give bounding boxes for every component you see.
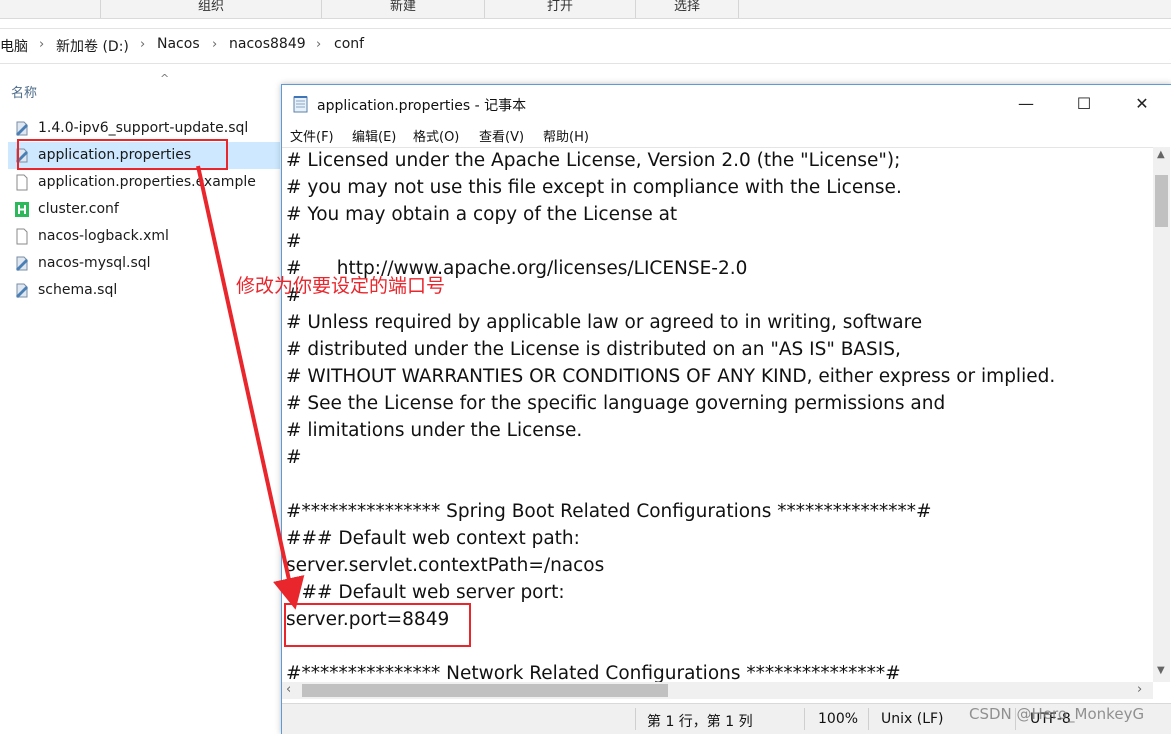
window-title: application.properties - 记事本 <box>317 98 527 114</box>
annotation-highlight-file <box>17 139 228 170</box>
chevron-right-icon[interactable]: › <box>140 37 145 52</box>
text-line: # Licensed under the Apache License, Ver… <box>286 150 901 171</box>
list-item[interactable]: cluster.conf <box>8 196 280 223</box>
menu-help[interactable]: 帮助(H) <box>543 126 589 145</box>
horizontal-scrollbar[interactable]: ‹ › <box>282 682 1153 699</box>
breadcrumb-item-pc[interactable]: 电脑 <box>0 36 28 56</box>
list-item[interactable]: nacos-logback.xml <box>8 223 280 250</box>
status-divider <box>868 708 869 730</box>
menu-edit[interactable]: 编辑(E) <box>352 126 396 145</box>
text-line: # <box>286 231 302 252</box>
file-list-header: ^ 名称 <box>0 72 280 106</box>
chevron-right-icon[interactable]: › <box>212 37 217 52</box>
document-file-icon <box>16 228 28 245</box>
breadcrumb-item-conf[interactable]: conf <box>334 36 364 52</box>
sql-file-icon <box>16 256 28 271</box>
breadcrumb-item-drive[interactable]: 新加卷 (D:) <box>56 36 129 56</box>
text-line: ### Default web server port: <box>286 582 565 603</box>
list-item[interactable]: 1.4.0-ipv6_support-update.sql <box>8 115 280 142</box>
breadcrumb-item-nacos[interactable]: Nacos <box>157 36 200 52</box>
file-name: 1.4.0-ipv6_support-update.sql <box>38 120 249 136</box>
text-line: # Unless required by applicable law or a… <box>286 312 923 333</box>
menu-view[interactable]: 查看(V) <box>479 126 524 145</box>
file-name: nacos-mysql.sql <box>38 255 151 271</box>
scroll-up-icon[interactable]: ▲ <box>1157 149 1165 160</box>
file-name: schema.sql <box>38 282 118 298</box>
text-line: # See the License for the specific langu… <box>286 393 946 414</box>
minimize-button[interactable]: — <box>997 85 1055 123</box>
sql-file-icon <box>16 121 28 136</box>
text-line: # WITHOUT WARRANTIES OR CONDITIONS OF AN… <box>286 366 1056 387</box>
annotation-text: 修改为你要设定的端口号 <box>236 275 446 297</box>
document-file-icon <box>16 174 28 191</box>
ribbon-group-open[interactable]: 打开 <box>484 0 635 18</box>
text-line: #*************** Spring Boot Related Con… <box>286 501 932 522</box>
status-divider <box>804 708 805 730</box>
text-line: ### Default web context path: <box>286 528 580 549</box>
chevron-right-icon[interactable]: › <box>39 37 44 52</box>
line-ending: Unix (LF) <box>881 711 944 727</box>
vertical-scroll-thumb[interactable] <box>1155 175 1168 227</box>
scroll-right-icon[interactable]: › <box>1137 682 1142 697</box>
notepad-title-bar[interactable]: application.properties - 记事本 — ☐ ✕ <box>282 85 1171 123</box>
vertical-scrollbar[interactable]: ▲ ▼ <box>1153 147 1170 682</box>
text-line: # <box>286 447 302 468</box>
text-line: # limitations under the License. <box>286 420 583 441</box>
breadcrumb[interactable]: 电脑 › 新加卷 (D:) › Nacos › nacos8849 › conf <box>0 28 1171 64</box>
sort-up-icon: ^ <box>160 72 170 85</box>
horizontal-scroll-thumb[interactable] <box>302 684 668 697</box>
menu-file[interactable]: 文件(F) <box>290 126 334 145</box>
hbuilder-file-icon <box>15 202 29 217</box>
breadcrumb-item-nacos8849[interactable]: nacos8849 <box>229 36 306 52</box>
explorer-ribbon: 组织 新建 打开 选择 <box>0 0 1171 19</box>
chevron-right-icon[interactable]: › <box>316 37 321 52</box>
text-line: # You may obtain a copy of the License a… <box>286 204 678 225</box>
menu-format[interactable]: 格式(O) <box>413 126 459 145</box>
annotation-highlight-port <box>284 603 471 647</box>
ribbon-group-new[interactable]: 新建 <box>321 0 484 18</box>
column-header-name[interactable]: 名称 <box>11 82 37 101</box>
status-divider <box>635 708 636 730</box>
scroll-down-icon[interactable]: ▼ <box>1157 665 1165 676</box>
file-name: application.properties.example <box>38 174 256 190</box>
ribbon-group-organize[interactable]: 组织 <box>100 0 321 18</box>
text-line: server.servlet.contextPath=/nacos <box>286 555 605 576</box>
maximize-button[interactable]: ☐ <box>1055 85 1113 123</box>
text-line: #*************** Network Related Configu… <box>286 663 901 683</box>
scroll-left-icon[interactable]: ‹ <box>286 682 291 697</box>
sql-file-icon <box>16 283 28 298</box>
cursor-position: 第 1 行，第 1 列 <box>647 714 753 730</box>
file-name: nacos-logback.xml <box>38 228 169 244</box>
list-item[interactable]: application.properties.example <box>8 169 280 196</box>
text-line: # distributed under the License is distr… <box>286 339 901 360</box>
file-name: cluster.conf <box>38 201 119 217</box>
ribbon-group-select[interactable]: 选择 <box>635 0 739 18</box>
notepad-app-icon <box>293 96 308 113</box>
zoom-level: 100% <box>818 711 859 727</box>
watermark: CSDN @Hero_MonkeyG <box>969 705 1145 723</box>
text-line: # you may not use this file except in co… <box>286 177 902 198</box>
menu-bar: 文件(F) 编辑(E) 格式(O) 查看(V) 帮助(H) <box>282 123 1171 147</box>
close-button[interactable]: ✕ <box>1113 85 1171 123</box>
